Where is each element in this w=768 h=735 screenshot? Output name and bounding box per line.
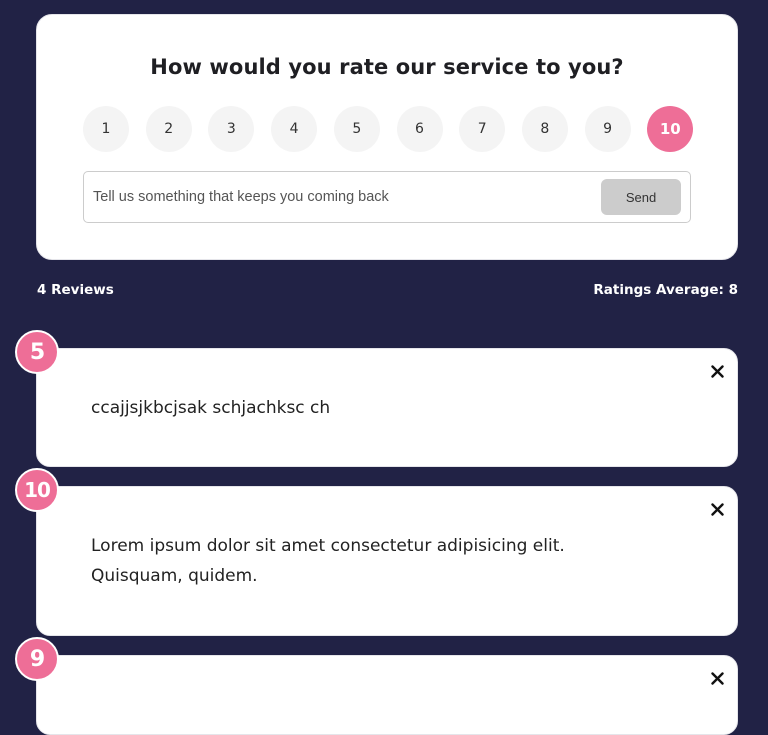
rating-option-1[interactable]: 1 xyxy=(83,106,129,152)
review-card xyxy=(36,655,738,735)
rating-option-8[interactable]: 8 xyxy=(521,106,568,152)
reviews-count: 4 Reviews xyxy=(37,282,114,298)
review-text: ccajjsjkbcjsak schjachksc ch xyxy=(91,398,331,418)
review-card: ccajjsjkbcjsak schjachksc ch xyxy=(36,348,738,467)
rating-form-card: How would you rate our service to you? 1… xyxy=(36,14,738,260)
rating-option-5[interactable]: 5 xyxy=(333,106,380,152)
review-text-input[interactable] xyxy=(93,172,593,222)
review-rating-badge: 10 xyxy=(15,468,59,512)
rating-option-3[interactable]: 3 xyxy=(208,106,255,152)
delete-review-button[interactable] xyxy=(707,361,727,381)
rating-option-6[interactable]: 6 xyxy=(396,106,443,152)
rating-option-10[interactable]: 10 xyxy=(647,106,694,152)
close-icon xyxy=(710,364,724,378)
ratings-average: Ratings Average: 8 xyxy=(593,282,738,298)
review-card: Lorem ipsum dolor sit amet consectetur a… xyxy=(36,486,738,636)
rating-question-title: How would you rate our service to you? xyxy=(150,55,624,79)
rating-option-7[interactable]: 7 xyxy=(459,106,506,152)
close-icon xyxy=(710,502,724,516)
review-text: Lorem ipsum dolor sit amet consectetur a… xyxy=(91,536,565,586)
rating-option-9[interactable]: 9 xyxy=(584,106,631,152)
rating-options: 1 2 3 4 5 6 7 8 9 10 xyxy=(83,106,694,152)
rating-option-4[interactable]: 4 xyxy=(271,106,318,152)
rating-option-2[interactable]: 2 xyxy=(145,106,192,152)
close-icon xyxy=(710,671,724,685)
review-rating-badge: 5 xyxy=(15,330,59,374)
review-input-group: Send xyxy=(83,171,691,223)
delete-review-button[interactable] xyxy=(707,499,727,519)
delete-review-button[interactable] xyxy=(707,668,727,688)
send-button[interactable]: Send xyxy=(601,179,681,215)
review-rating-badge: 9 xyxy=(15,637,59,681)
